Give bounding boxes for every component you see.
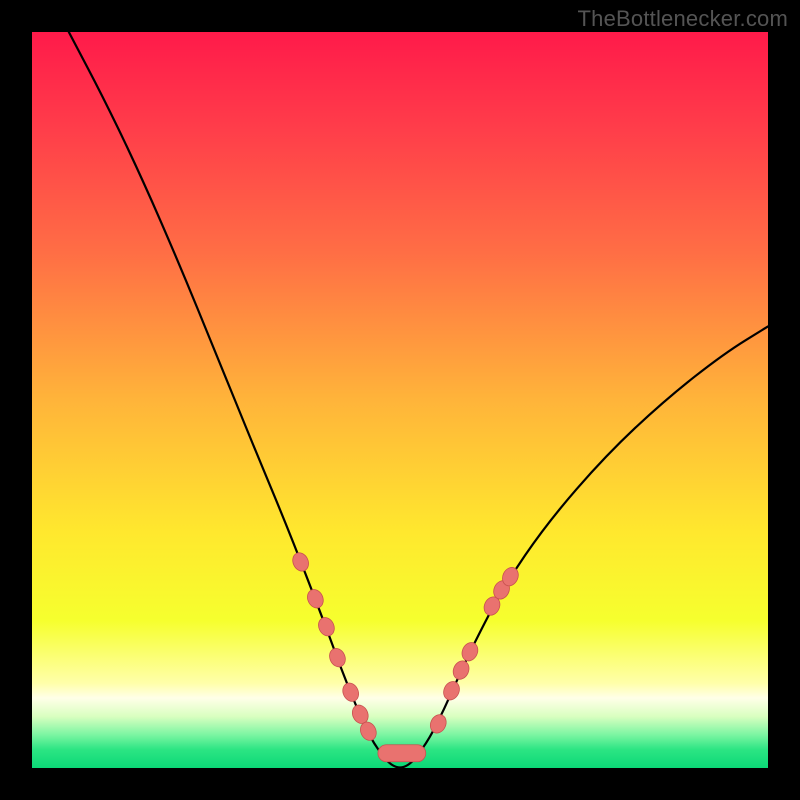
- curve-marker: [327, 646, 349, 670]
- curve-marker: [459, 640, 481, 664]
- curve-marker: [427, 712, 449, 736]
- curve-markers: [290, 550, 521, 762]
- plot-area: [32, 32, 768, 768]
- curve-marker: [290, 550, 312, 574]
- curve-marker: [441, 679, 463, 703]
- curve-marker-bottom: [378, 745, 426, 762]
- curve-marker: [305, 587, 327, 611]
- curve-marker: [316, 615, 338, 639]
- curve-marker: [450, 658, 472, 682]
- chart-frame: TheBottlenecker.com: [0, 0, 800, 800]
- curve-layer: [32, 32, 768, 768]
- curve-marker: [340, 680, 362, 704]
- bottleneck-curve: [69, 32, 768, 767]
- credit-text: TheBottlenecker.com: [578, 6, 788, 32]
